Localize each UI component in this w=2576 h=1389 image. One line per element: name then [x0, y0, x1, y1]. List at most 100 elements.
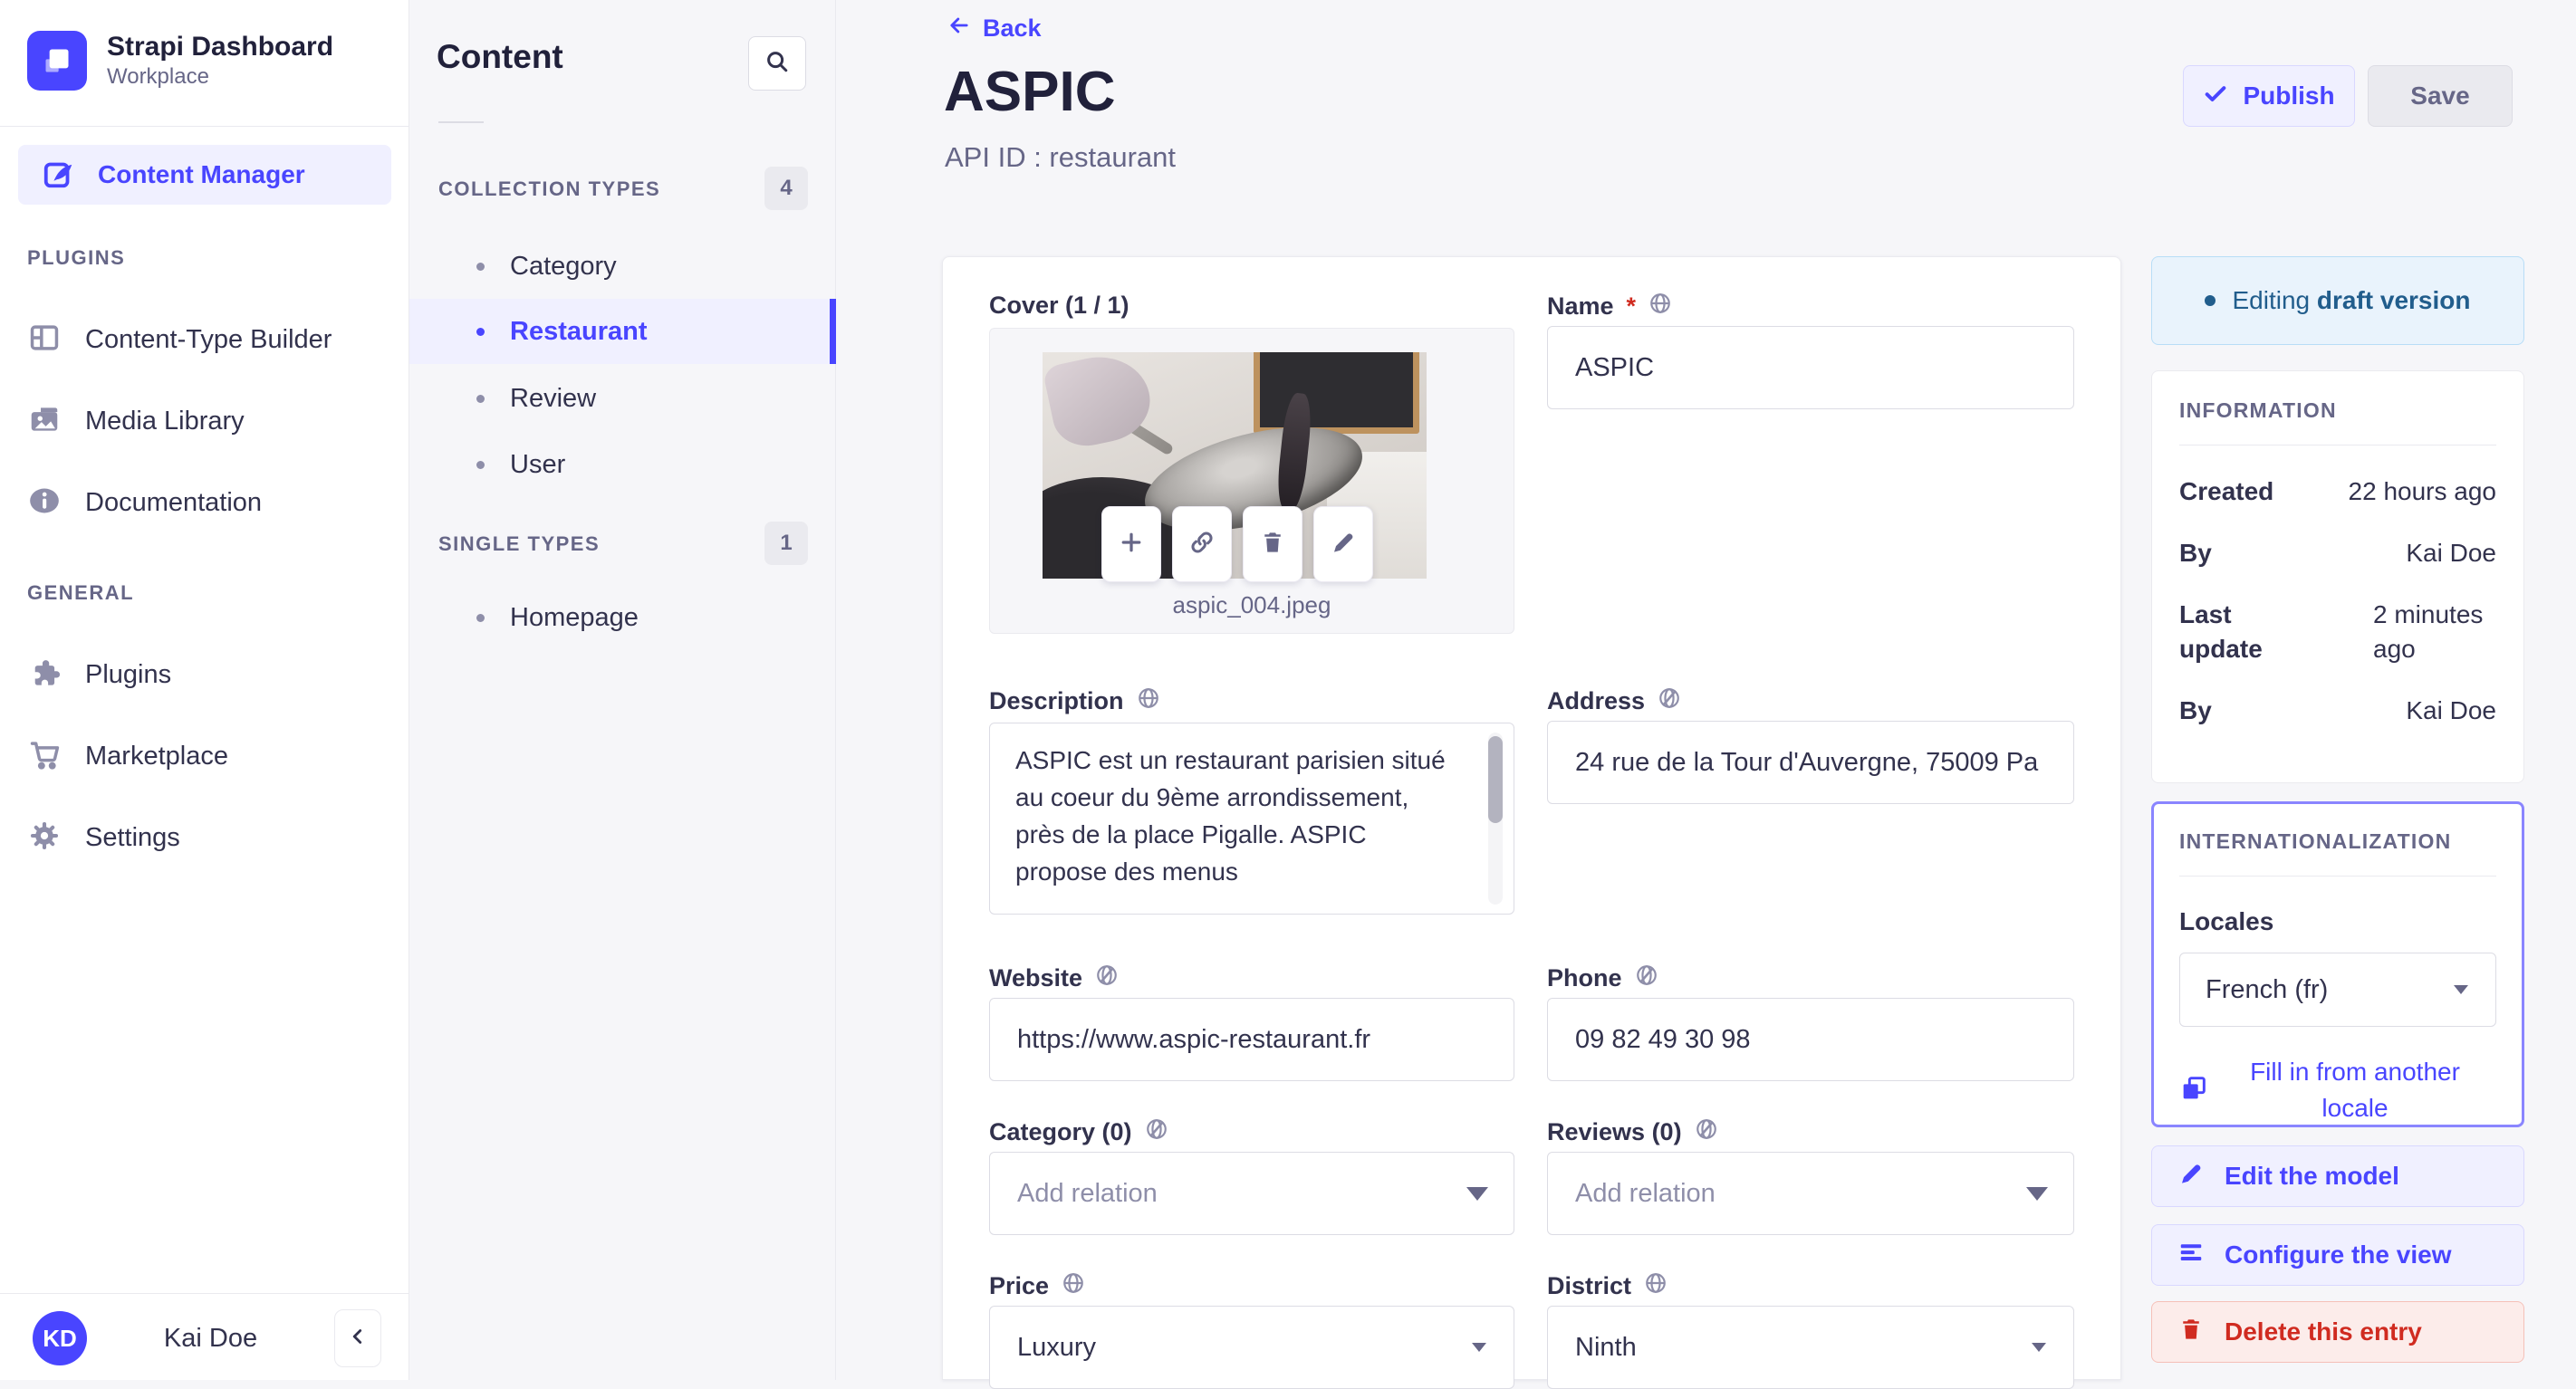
settings-gear-icon — [27, 819, 62, 857]
content-nav-item-review[interactable]: Review — [409, 366, 836, 431]
user-name: Kai Doe — [163, 1323, 258, 1353]
edit-media-button[interactable] — [1313, 506, 1373, 582]
sidebar-item-media-library[interactable]: Media Library — [27, 380, 382, 462]
pencil-icon — [1330, 529, 1357, 560]
info-row-created-by: By Kai Doe — [2179, 539, 2496, 567]
info-row-last-update: Last update 2 minutes ago — [2179, 600, 2484, 663]
single-types-count: 1 — [764, 522, 808, 565]
content-nav-item-category[interactable]: Category — [409, 234, 836, 299]
avatar[interactable]: KD — [33, 1311, 87, 1365]
chevron-down-icon — [2454, 985, 2468, 994]
address-field-label: Address — [1547, 686, 1681, 716]
page-title: ASPIC — [944, 61, 1116, 123]
name-field-label: Name * — [1547, 292, 1672, 321]
bullet-icon — [476, 262, 485, 271]
collection-types-count: 4 — [764, 167, 808, 210]
copy-link-button[interactable] — [1172, 506, 1232, 582]
locale-select[interactable]: French (fr) — [2179, 953, 2496, 1027]
workspace-header[interactable]: Strapi Dashboard Workplace — [27, 31, 333, 91]
media-library-icon — [27, 402, 62, 441]
chevron-down-icon — [2032, 1343, 2046, 1352]
main-sidebar: Strapi Dashboard Workplace Content Manag… — [0, 0, 409, 1380]
price-field-label: Price — [989, 1271, 1085, 1301]
bullet-icon — [476, 327, 485, 336]
content-nav-item-homepage[interactable]: Homepage — [409, 585, 836, 650]
phone-field-label: Phone — [1547, 963, 1658, 993]
locales-label: Locales — [2179, 907, 2274, 935]
collapse-sidebar-button[interactable] — [334, 1309, 381, 1367]
back-link[interactable]: Back — [947, 13, 1042, 44]
globe-icon — [1648, 292, 1672, 321]
sidebar-item-content-manager[interactable]: Content Manager — [18, 145, 391, 205]
description-textarea[interactable]: ASPIC est un restaurant parisien situé a… — [989, 723, 1514, 915]
arrow-left-icon — [947, 13, 972, 44]
textarea-scrollbar[interactable] — [1488, 736, 1503, 823]
collection-types-label: COLLECTION TYPES — [438, 177, 661, 200]
sidebar-item-label: Media Library — [85, 406, 245, 436]
chevron-left-icon — [346, 1325, 370, 1353]
check-icon — [2203, 81, 2228, 112]
fill-from-locale-link[interactable]: Fill in from another locale — [2179, 1054, 2496, 1126]
district-select[interactable]: Ninth — [1547, 1306, 2074, 1389]
price-select[interactable]: Luxury — [989, 1306, 1514, 1389]
sidebar-item-plugins[interactable]: Plugins — [27, 634, 382, 715]
name-input[interactable]: ASPIC — [1547, 326, 2074, 409]
delete-media-button[interactable] — [1243, 506, 1302, 582]
content-nav-title: Content — [437, 38, 563, 75]
chevron-down-icon — [1466, 1187, 1488, 1201]
info-row-created: Created 22 hours ago — [2179, 477, 2496, 505]
content-nav-item-user[interactable]: User — [409, 432, 836, 497]
website-input[interactable]: https://www.aspic-restaurant.fr — [989, 998, 1514, 1081]
delete-entry-button[interactable]: Delete this entry — [2151, 1301, 2524, 1363]
marketplace-icon — [27, 737, 62, 776]
sidebar-item-documentation[interactable]: Documentation — [27, 462, 382, 543]
sidebar-item-label: Documentation — [85, 487, 263, 517]
search-icon — [764, 48, 791, 80]
sidebar-bottom-divider — [0, 1293, 409, 1294]
sidebar-item-marketplace[interactable]: Marketplace — [27, 715, 382, 797]
pencil-icon — [2177, 1160, 2205, 1193]
globe-icon — [1644, 1271, 1668, 1301]
sidebar-item-label: Plugins — [85, 659, 172, 689]
reviews-relation-select[interactable]: Add relation — [1547, 1152, 2074, 1235]
sidebar-section-general: GENERAL — [27, 581, 135, 604]
address-input[interactable]: 24 rue de la Tour d'Auvergne, 75009 Pa — [1547, 721, 2074, 804]
globe-strikethrough-icon — [1635, 963, 1658, 993]
status-dot-icon — [2205, 295, 2216, 306]
save-button[interactable]: Save — [2368, 65, 2513, 127]
content-nav-divider — [438, 121, 484, 123]
category-field-label: Category (0) — [989, 1117, 1168, 1147]
chevron-down-icon — [2026, 1187, 2048, 1201]
trash-icon — [1259, 529, 1286, 560]
content-manager-icon — [42, 156, 76, 195]
content-type-builder-icon — [27, 321, 62, 359]
copy-icon — [2179, 1074, 2208, 1107]
globe-icon — [1137, 686, 1160, 716]
trash-icon — [2177, 1316, 2205, 1349]
globe-strikethrough-icon — [1695, 1117, 1718, 1147]
app-title: Strapi Dashboard — [107, 32, 334, 62]
single-types-label: SINGLE TYPES — [438, 532, 601, 555]
search-button[interactable] — [748, 36, 806, 91]
sidebar-item-label: Content Manager — [98, 160, 305, 188]
configure-view-button[interactable]: Configure the view — [2151, 1224, 2524, 1286]
add-media-button[interactable] — [1101, 506, 1161, 582]
phone-input[interactable]: 09 82 49 30 98 — [1547, 998, 2074, 1081]
sidebar-divider — [0, 126, 409, 127]
internationalization-card: INTERNATIONALIZATION Locales French (fr)… — [2151, 801, 2524, 1127]
sidebar-item-content-type-builder[interactable]: Content-Type Builder — [27, 299, 382, 380]
layout-list-icon — [2177, 1239, 2205, 1272]
publish-button[interactable]: Publish — [2183, 65, 2355, 127]
content-nav-item-restaurant[interactable]: Restaurant — [409, 299, 836, 364]
globe-icon — [1062, 1271, 1085, 1301]
internationalization-divider — [2179, 876, 2496, 877]
category-relation-select[interactable]: Add relation — [989, 1152, 1514, 1235]
sidebar-section-plugins: PLUGINS — [27, 246, 126, 269]
edit-model-button[interactable]: Edit the model — [2151, 1145, 2524, 1207]
globe-strikethrough-icon — [1145, 1117, 1168, 1147]
sidebar-item-label: Marketplace — [85, 741, 228, 771]
information-card: INFORMATION Created 22 hours ago By Kai … — [2151, 370, 2524, 783]
api-id-subtitle: API ID : restaurant — [945, 141, 1176, 173]
sidebar-item-settings[interactable]: Settings — [27, 797, 382, 878]
draft-status-banner: Editing draft version — [2151, 256, 2524, 345]
